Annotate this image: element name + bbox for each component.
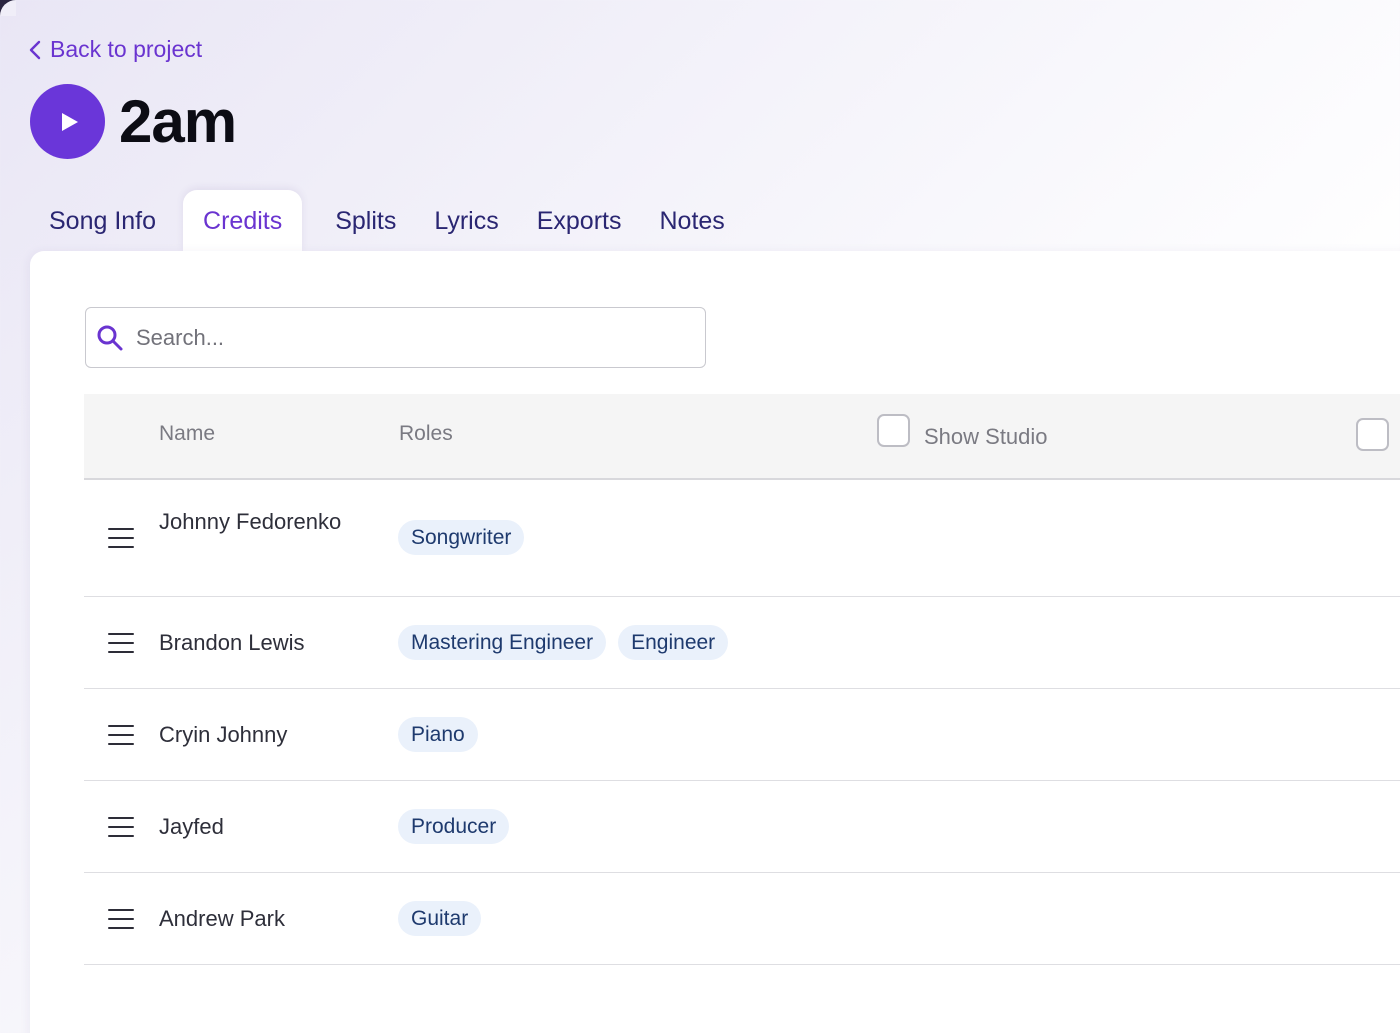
tab-notes[interactable]: Notes bbox=[640, 190, 743, 252]
song-title: 2am bbox=[119, 88, 237, 155]
credits-panel: Name Roles Show Studio Johnny Fedorenko … bbox=[30, 251, 1400, 1033]
role-chips: Piano bbox=[398, 717, 478, 752]
table-header: Name Roles Show Studio bbox=[84, 394, 1400, 480]
search-icon bbox=[97, 325, 123, 350]
chevron-left-icon bbox=[29, 40, 41, 59]
drag-handle-icon[interactable] bbox=[108, 817, 134, 837]
tab-song-info[interactable]: Song Info bbox=[30, 190, 175, 252]
tab-lyrics[interactable]: Lyrics bbox=[415, 190, 517, 252]
role-chips: Mastering Engineer Engineer bbox=[398, 625, 729, 660]
role-chip: Producer bbox=[398, 809, 510, 844]
credits-list: Johnny Fedorenko Songwriter Brandon Lewi… bbox=[84, 480, 1400, 965]
table-row: Andrew Park Guitar bbox=[84, 873, 1400, 965]
show-studio-label: Show Studio bbox=[924, 424, 1048, 449]
role-chips: Guitar bbox=[398, 901, 482, 936]
role-chip: Guitar bbox=[398, 901, 482, 936]
drag-handle-icon[interactable] bbox=[108, 909, 134, 929]
tab-splits[interactable]: Splits bbox=[316, 190, 415, 252]
drag-handle-icon[interactable] bbox=[108, 725, 134, 745]
search-box bbox=[85, 307, 706, 368]
credit-name: Cryin Johnny bbox=[159, 722, 288, 747]
role-chip: Songwriter bbox=[398, 520, 525, 555]
select-all-checkbox[interactable] bbox=[1356, 418, 1389, 451]
song-header: 2am bbox=[30, 84, 237, 159]
tab-credits[interactable]: Credits bbox=[183, 190, 303, 252]
back-to-project-link[interactable]: Back to project bbox=[28, 36, 202, 63]
role-chip: Piano bbox=[398, 717, 478, 752]
table-row: Cryin Johnny Piano bbox=[84, 689, 1400, 781]
table-row: Jayfed Producer bbox=[84, 781, 1400, 873]
column-header-roles: Roles bbox=[399, 422, 453, 445]
play-button[interactable] bbox=[30, 84, 105, 159]
credit-name: Johnny Fedorenko bbox=[159, 509, 342, 534]
window-corner bbox=[0, 0, 16, 16]
role-chip: Engineer bbox=[618, 625, 729, 660]
play-icon bbox=[61, 112, 78, 131]
credit-name: Jayfed bbox=[159, 814, 224, 839]
search-input[interactable] bbox=[136, 324, 656, 351]
role-chips: Producer bbox=[398, 809, 510, 844]
tab-bar: Song Info Credits Splits Lyrics Exports … bbox=[30, 190, 744, 252]
credit-name: Brandon Lewis bbox=[159, 630, 305, 655]
credit-name: Andrew Park bbox=[159, 906, 285, 931]
drag-handle-icon[interactable] bbox=[108, 633, 134, 653]
role-chip: Mastering Engineer bbox=[398, 625, 607, 660]
back-link-label: Back to project bbox=[50, 36, 203, 62]
tab-exports[interactable]: Exports bbox=[518, 190, 641, 252]
show-studio-checkbox[interactable] bbox=[877, 414, 910, 447]
table-row: Brandon Lewis Mastering Engineer Enginee… bbox=[84, 597, 1400, 689]
column-header-name: Name bbox=[159, 422, 216, 445]
drag-handle-icon[interactable] bbox=[108, 528, 134, 548]
role-chips: Songwriter bbox=[398, 520, 525, 555]
table-row: Johnny Fedorenko Songwriter bbox=[84, 480, 1400, 597]
